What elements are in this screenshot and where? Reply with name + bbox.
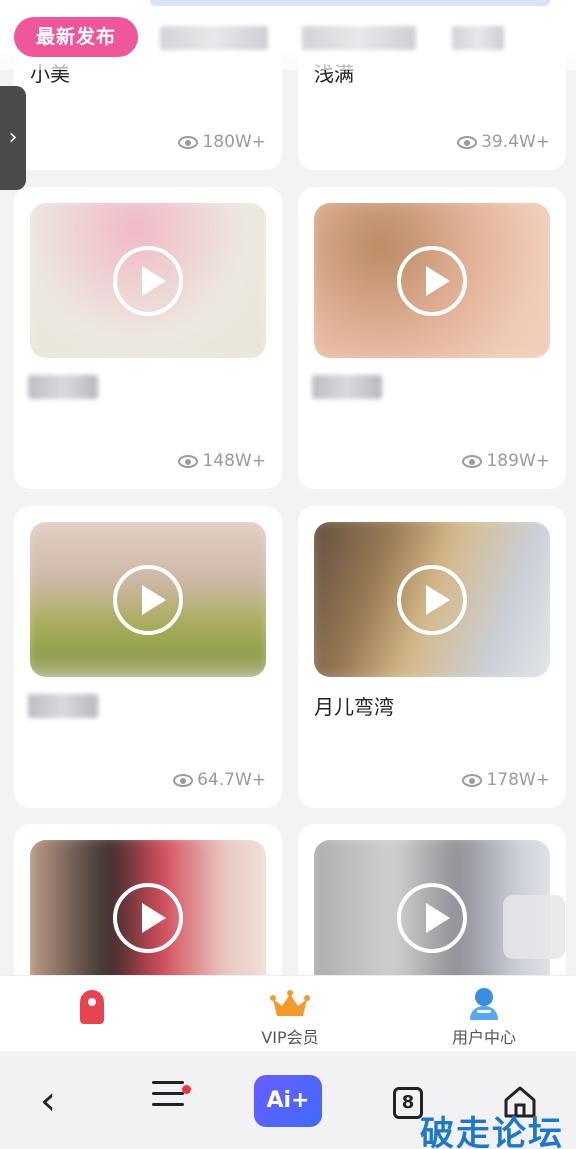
chevron-left-icon: ‹ bbox=[40, 1078, 56, 1124]
user-icon bbox=[470, 988, 498, 1020]
view-count: 178W+ bbox=[462, 770, 550, 790]
tab-blurred-3[interactable] bbox=[452, 26, 504, 50]
view-count: 39.4W+ bbox=[457, 132, 550, 152]
eye-icon bbox=[462, 454, 483, 468]
tab-blurred-1[interactable] bbox=[160, 26, 268, 50]
video-thumbnail[interactable] bbox=[30, 840, 266, 995]
app-bottom-nav: VIP会员 用户中心 bbox=[0, 975, 576, 1051]
video-card[interactable]: 148W+ bbox=[14, 187, 282, 489]
top-divider bbox=[150, 0, 550, 6]
view-count: 148W+ bbox=[178, 451, 266, 471]
play-icon[interactable] bbox=[113, 882, 183, 953]
video-title: 月儿弯湾 bbox=[314, 695, 394, 719]
watermark: 破走论坛 bbox=[420, 1114, 564, 1149]
view-count: 64.7W+ bbox=[173, 770, 266, 790]
eye-icon bbox=[457, 135, 478, 149]
eye-icon bbox=[173, 773, 194, 787]
play-icon[interactable] bbox=[397, 245, 467, 316]
ai-button[interactable]: Ai+ bbox=[254, 1075, 322, 1127]
video-title-blurred bbox=[312, 375, 382, 399]
tabs-button[interactable]: 8 bbox=[393, 1087, 423, 1119]
menu-icon bbox=[152, 1081, 191, 1106]
back-button[interactable]: ‹ bbox=[40, 1073, 70, 1129]
video-card[interactable]: 月儿弯湾 178W+ bbox=[298, 506, 566, 808]
video-thumbnail[interactable] bbox=[30, 203, 266, 358]
chevron-right-icon: › bbox=[8, 125, 18, 150]
play-icon[interactable] bbox=[113, 245, 183, 316]
side-drawer-handle[interactable]: › bbox=[0, 86, 26, 190]
eye-icon bbox=[178, 454, 199, 468]
tab-blurred-2[interactable] bbox=[302, 26, 416, 50]
eye-icon bbox=[462, 773, 483, 787]
play-icon[interactable] bbox=[397, 564, 467, 635]
video-thumbnail[interactable] bbox=[30, 522, 266, 677]
eye-icon bbox=[178, 135, 199, 149]
view-count: 180W+ bbox=[178, 132, 266, 152]
scroll-top-button[interactable] bbox=[503, 895, 565, 959]
nav-user-center[interactable]: 用户中心 bbox=[414, 976, 554, 1052]
play-icon[interactable] bbox=[113, 564, 183, 635]
play-icon[interactable] bbox=[397, 882, 467, 953]
video-card[interactable]: 189W+ bbox=[298, 187, 566, 489]
video-thumbnail[interactable] bbox=[314, 203, 550, 358]
tab-latest[interactable]: 最新发布 bbox=[14, 17, 138, 57]
nav-home[interactable] bbox=[24, 976, 164, 1052]
crown-icon bbox=[270, 990, 310, 1016]
rocket-icon bbox=[80, 990, 104, 1024]
video-card[interactable]: 64.7W+ bbox=[14, 506, 282, 808]
view-count: 189W+ bbox=[462, 451, 550, 471]
video-thumbnail[interactable] bbox=[314, 522, 550, 677]
top-tab-bar: 最新发布 bbox=[0, 0, 576, 70]
menu-button[interactable] bbox=[152, 1073, 191, 1129]
video-title-blurred bbox=[28, 694, 98, 718]
nav-vip-label: VIP会员 bbox=[261, 1028, 319, 1047]
nav-user-label: 用户中心 bbox=[451, 1028, 516, 1047]
video-title-blurred bbox=[28, 375, 98, 399]
nav-vip[interactable]: VIP会员 bbox=[220, 976, 360, 1052]
notification-dot bbox=[182, 1085, 191, 1094]
